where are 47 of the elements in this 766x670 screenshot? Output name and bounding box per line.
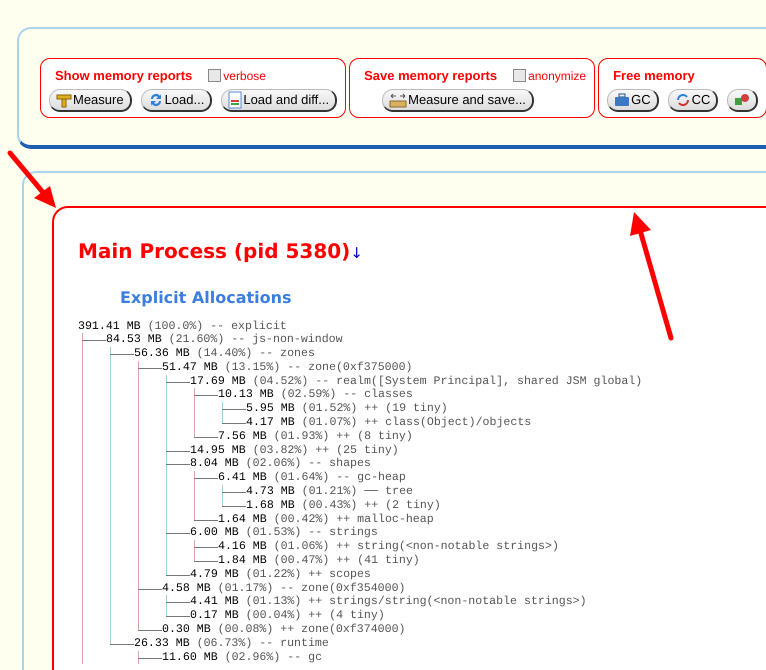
memory-entry: 8.04 MB (02.06%) -- shapes	[190, 457, 371, 472]
ruler-icon	[56, 92, 72, 108]
memory-entry: 0.30 MB (00.08%) ++ zone(0xf374000)	[162, 623, 406, 637]
memory-entry: 14.95 MB (03.82%) ++ (25 tiny)	[190, 444, 399, 458]
memory-entry: 10.13 MB (02.59%) -- classes	[218, 388, 413, 402]
jump-link[interactable]: ↓	[350, 242, 363, 264]
arrow-drawing	[8, 150, 56, 208]
memory-entry: 6.00 MB (01.53%) -- strings	[190, 526, 378, 540]
toolbar-button[interactable]	[727, 88, 758, 112]
briefcase-icon	[614, 92, 630, 108]
memory-entry: 26.33 MB (06.73%) -- runtime	[134, 636, 329, 651]
toolbar-button[interactable]: Measure and save...	[382, 88, 534, 112]
memory-entry: 4.16 MB (01.06%) ++ string(<non-notable strings>)	[218, 540, 559, 554]
memory-entry: 0.17 MB (00.04%) ++ (4 tiny)	[190, 609, 385, 624]
section-heading: Explicit Allocations	[120, 286, 293, 308]
memory-entry: 4.58 MB (01.17%) -- zone(0xf354000)	[162, 582, 406, 596]
memory-entry: 4.17 MB (01.07%) ++ class(Object)/objects	[246, 416, 532, 430]
memory-entry: 1.64 MB (00.42%) ++ malloc-heap	[218, 512, 434, 526]
memory-entry: 51.47 MB (13.15%) -- zone(0xf375000)	[162, 360, 412, 375]
toolbar-button[interactable]: Measure	[49, 88, 132, 112]
option-checkbox[interactable]: verbose	[208, 66, 266, 85]
cycle-icon	[674, 92, 691, 108]
memory-entry: 17.69 MB (04.52%) -- realm([System Principal], shared JSM global)	[190, 374, 642, 388]
section-title: Show memory reports	[55, 67, 192, 85]
memory-entry: 11.60 MB (02.96%) -- gc	[162, 650, 322, 664]
memory-entry: 5.95 MB (01.52%) ++ (19 tiny)	[246, 402, 448, 416]
section-title: Free memory	[613, 67, 695, 85]
memory-entry: 1.84 MB (00.47%) ++ (41 tiny)	[218, 554, 420, 568]
toolbar-button[interactable]: CC	[668, 88, 718, 112]
ruler-icon	[389, 92, 408, 108]
section-title: Save memory reports	[364, 67, 498, 85]
memory-entry: 4.73 MB (01.21%) ── tree	[246, 485, 413, 499]
memory-entry: 56.36 MB (14.40%) -- zones	[134, 347, 315, 361]
process-title: Main Process (pid 5380)	[78, 238, 350, 264]
memory-entry: 7.56 MB (01.93%) ++ (8 tiny)	[218, 430, 413, 444]
memory-entry: 4.79 MB (01.22%) ++ scopes	[190, 568, 371, 582]
toolbar-button[interactable]: Load...	[140, 88, 212, 112]
shapes-icon	[734, 92, 750, 108]
toolbar-button[interactable]: GC	[607, 88, 659, 112]
option-checkbox[interactable]: anonymize	[513, 66, 586, 85]
memory-entry: 391.41 MB (100.0%) -- explicit	[78, 320, 287, 334]
memory-entry: 4.41 MB (01.13%) ++ strings/string(<non-notable strings>)	[190, 595, 587, 610]
memory-entry: 84.53 MB (21.60%) -- js-non-window	[106, 333, 343, 348]
memory-entry: 6.41 MB (01.64%) -- gc-heap	[218, 471, 406, 486]
document-icon	[228, 90, 242, 108]
memory-entry: 1.68 MB (00.43%) ++ (2 tiny)	[246, 498, 441, 513]
toolbar-button[interactable]: Load and diff...	[221, 88, 338, 112]
